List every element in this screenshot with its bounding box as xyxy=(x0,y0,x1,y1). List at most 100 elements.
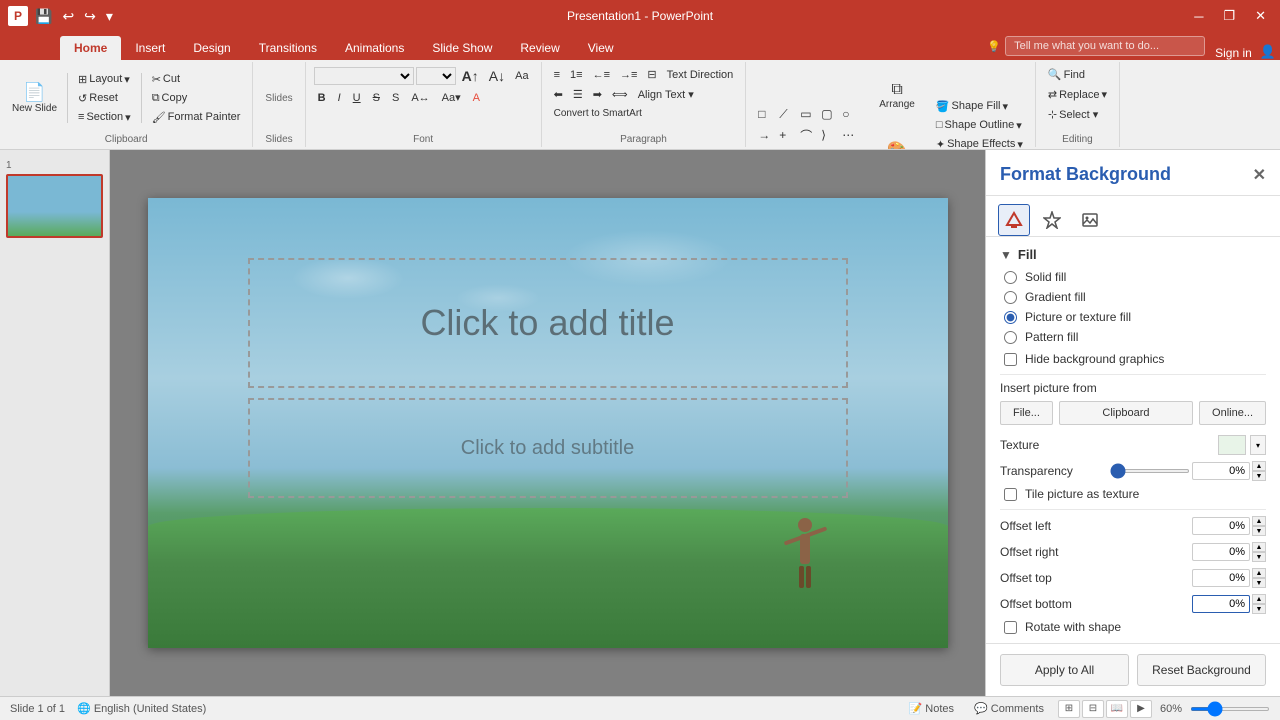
reset-background-btn[interactable]: Reset Background xyxy=(1137,654,1266,686)
offset-bottom-down[interactable]: ▼ xyxy=(1252,604,1266,614)
slide-sorter-btn[interactable]: ⊟ xyxy=(1082,700,1104,718)
zoom-slider[interactable] xyxy=(1190,707,1270,711)
transparency-input[interactable] xyxy=(1192,462,1250,480)
slide-canvas[interactable]: Click to add title Click to add subtitle xyxy=(148,198,948,648)
pattern-fill-radio[interactable] xyxy=(1004,331,1017,344)
picture-texture-fill-option[interactable]: Picture or texture fill xyxy=(1004,310,1266,324)
format-painter-btn[interactable]: 🖌 Format Painter xyxy=(148,109,245,126)
subtitle-placeholder[interactable]: Click to add subtitle xyxy=(248,398,848,498)
offset-bottom-up[interactable]: ▲ xyxy=(1252,594,1266,604)
texture-control[interactable]: ▾ xyxy=(1218,435,1266,455)
strikethrough-btn[interactable]: S xyxy=(369,90,384,106)
shape-round-rect[interactable]: ▢ xyxy=(817,105,837,124)
gradient-fill-radio[interactable] xyxy=(1004,291,1017,304)
replace-btn[interactable]: ⇄ Replace ▾ xyxy=(1044,86,1111,103)
title-placeholder[interactable]: Click to add title xyxy=(248,258,848,388)
shape-rect2[interactable]: ▭ xyxy=(796,105,816,124)
texture-dropdown-btn[interactable]: ▾ xyxy=(1250,435,1266,455)
offset-left-input[interactable] xyxy=(1192,517,1250,535)
save-quick-btn[interactable]: 💾 xyxy=(32,6,55,27)
align-center-btn[interactable]: ☰ xyxy=(569,86,587,103)
apply-to-all-btn[interactable]: Apply to All xyxy=(1000,654,1129,686)
columns-btn[interactable]: ⊟ xyxy=(643,66,660,83)
font-increase-btn[interactable]: A↑ xyxy=(458,66,483,86)
hide-bg-graphics-row[interactable]: Hide background graphics xyxy=(1004,352,1266,366)
sign-in-btn[interactable]: Sign in xyxy=(1215,46,1252,60)
offset-right-up[interactable]: ▲ xyxy=(1252,542,1266,552)
offset-left-up[interactable]: ▲ xyxy=(1252,516,1266,526)
search-input[interactable] xyxy=(1005,36,1205,56)
find-btn[interactable]: 🔍 Find xyxy=(1044,66,1089,83)
section-btn[interactable]: ≡ Section ▾ xyxy=(74,109,135,126)
customize-quick-btn[interactable]: ▾ xyxy=(103,6,116,27)
offset-right-input[interactable] xyxy=(1192,543,1250,561)
clipboard-btn[interactable]: Clipboard xyxy=(1059,401,1193,425)
char-spacing-btn[interactable]: A↔ xyxy=(407,90,433,106)
close-btn[interactable]: ✕ xyxy=(1249,6,1272,26)
search-bar[interactable]: 💡 xyxy=(987,36,1205,56)
online-btn[interactable]: Online... xyxy=(1199,401,1266,425)
transparency-down-btn[interactable]: ▼ xyxy=(1252,471,1266,481)
tab-insert[interactable]: Insert xyxy=(121,36,179,60)
tile-picture-checkbox[interactable] xyxy=(1004,488,1017,501)
transparency-slider[interactable] xyxy=(1110,469,1190,473)
bullets-btn[interactable]: ≡ xyxy=(550,67,564,83)
font-size-select[interactable] xyxy=(416,67,456,85)
transparency-up-btn[interactable]: ▲ xyxy=(1252,461,1266,471)
file-btn[interactable]: File... xyxy=(1000,401,1053,425)
select-btn[interactable]: ⊹ Select ▾ xyxy=(1044,106,1102,123)
shape-fill-btn[interactable]: 🪣 Shape Fill ▾ xyxy=(932,98,1027,115)
shape-chevron[interactable]: ⟩ xyxy=(817,125,837,146)
shape-rect[interactable]: □ xyxy=(754,105,774,124)
slide-thumbnail[interactable] xyxy=(6,174,103,238)
tab-animations[interactable]: Animations xyxy=(331,36,418,60)
underline-btn[interactable]: U xyxy=(349,90,365,106)
align-right-btn[interactable]: ➡ xyxy=(589,86,606,103)
canvas-area[interactable]: Click to add title Click to add subtitle xyxy=(110,150,985,696)
numbering-btn[interactable]: 1≡ xyxy=(566,67,587,83)
redo-quick-btn[interactable]: ↪ xyxy=(81,6,99,27)
shape-arrow[interactable]: → xyxy=(754,125,774,146)
justify-btn[interactable]: ⟺ xyxy=(608,86,632,103)
comments-btn[interactable]: 💬 Comments xyxy=(968,700,1050,717)
change-case-btn[interactable]: Aa▾ xyxy=(438,89,465,106)
offset-bottom-input[interactable] xyxy=(1192,595,1250,613)
font-family-select[interactable] xyxy=(314,67,414,85)
slideshow-btn[interactable]: ▶ xyxy=(1130,700,1152,718)
pattern-fill-option[interactable]: Pattern fill xyxy=(1004,330,1266,344)
reset-btn[interactable]: ↺ Reset xyxy=(74,90,122,107)
fill-section-header[interactable]: ▼ Fill xyxy=(1000,247,1266,262)
italic-btn[interactable]: I xyxy=(334,90,345,106)
clear-formatting-btn[interactable]: Aa xyxy=(511,68,532,84)
panel-tab-fill[interactable] xyxy=(998,204,1030,236)
tab-transitions[interactable]: Transitions xyxy=(245,36,331,60)
tile-picture-row[interactable]: Tile picture as texture xyxy=(1004,487,1266,501)
solid-fill-radio[interactable] xyxy=(1004,271,1017,284)
minimize-btn[interactable]: ─ xyxy=(1188,7,1209,26)
tab-design[interactable]: Design xyxy=(179,36,244,60)
rotate-with-shape-checkbox[interactable] xyxy=(1004,621,1017,634)
reading-view-btn[interactable]: 📖 xyxy=(1106,700,1128,718)
shape-outline-btn[interactable]: □ Shape Outline ▾ xyxy=(932,117,1027,134)
shape-circle[interactable]: ○ xyxy=(838,105,858,124)
align-left-btn[interactable]: ⬅ xyxy=(550,86,567,103)
shape-plus[interactable]: + xyxy=(775,125,795,146)
restore-btn[interactable]: ❐ xyxy=(1217,6,1241,26)
offset-left-down[interactable]: ▼ xyxy=(1252,526,1266,536)
shape-effects-btn[interactable]: ✦ Shape Effects ▾ xyxy=(932,136,1027,151)
tab-home[interactable]: Home xyxy=(60,36,121,60)
shape-line[interactable]: ⟋ xyxy=(775,105,795,124)
solid-fill-option[interactable]: Solid fill xyxy=(1004,270,1266,284)
user-icon[interactable]: 👤 xyxy=(1260,44,1276,60)
tab-review[interactable]: Review xyxy=(506,36,573,60)
panel-tab-effects[interactable] xyxy=(1036,204,1068,236)
offset-top-input[interactable] xyxy=(1192,569,1250,587)
offset-right-down[interactable]: ▼ xyxy=(1252,552,1266,562)
gradient-fill-option[interactable]: Gradient fill xyxy=(1004,290,1266,304)
quick-styles-btn[interactable]: 🎨 Quick Styles xyxy=(865,126,929,150)
text-shadow-btn[interactable]: S xyxy=(388,90,403,106)
texture-preview[interactable] xyxy=(1218,435,1246,455)
tab-view[interactable]: View xyxy=(574,36,628,60)
panel-tab-picture[interactable] xyxy=(1074,204,1106,236)
offset-top-up[interactable]: ▲ xyxy=(1252,568,1266,578)
